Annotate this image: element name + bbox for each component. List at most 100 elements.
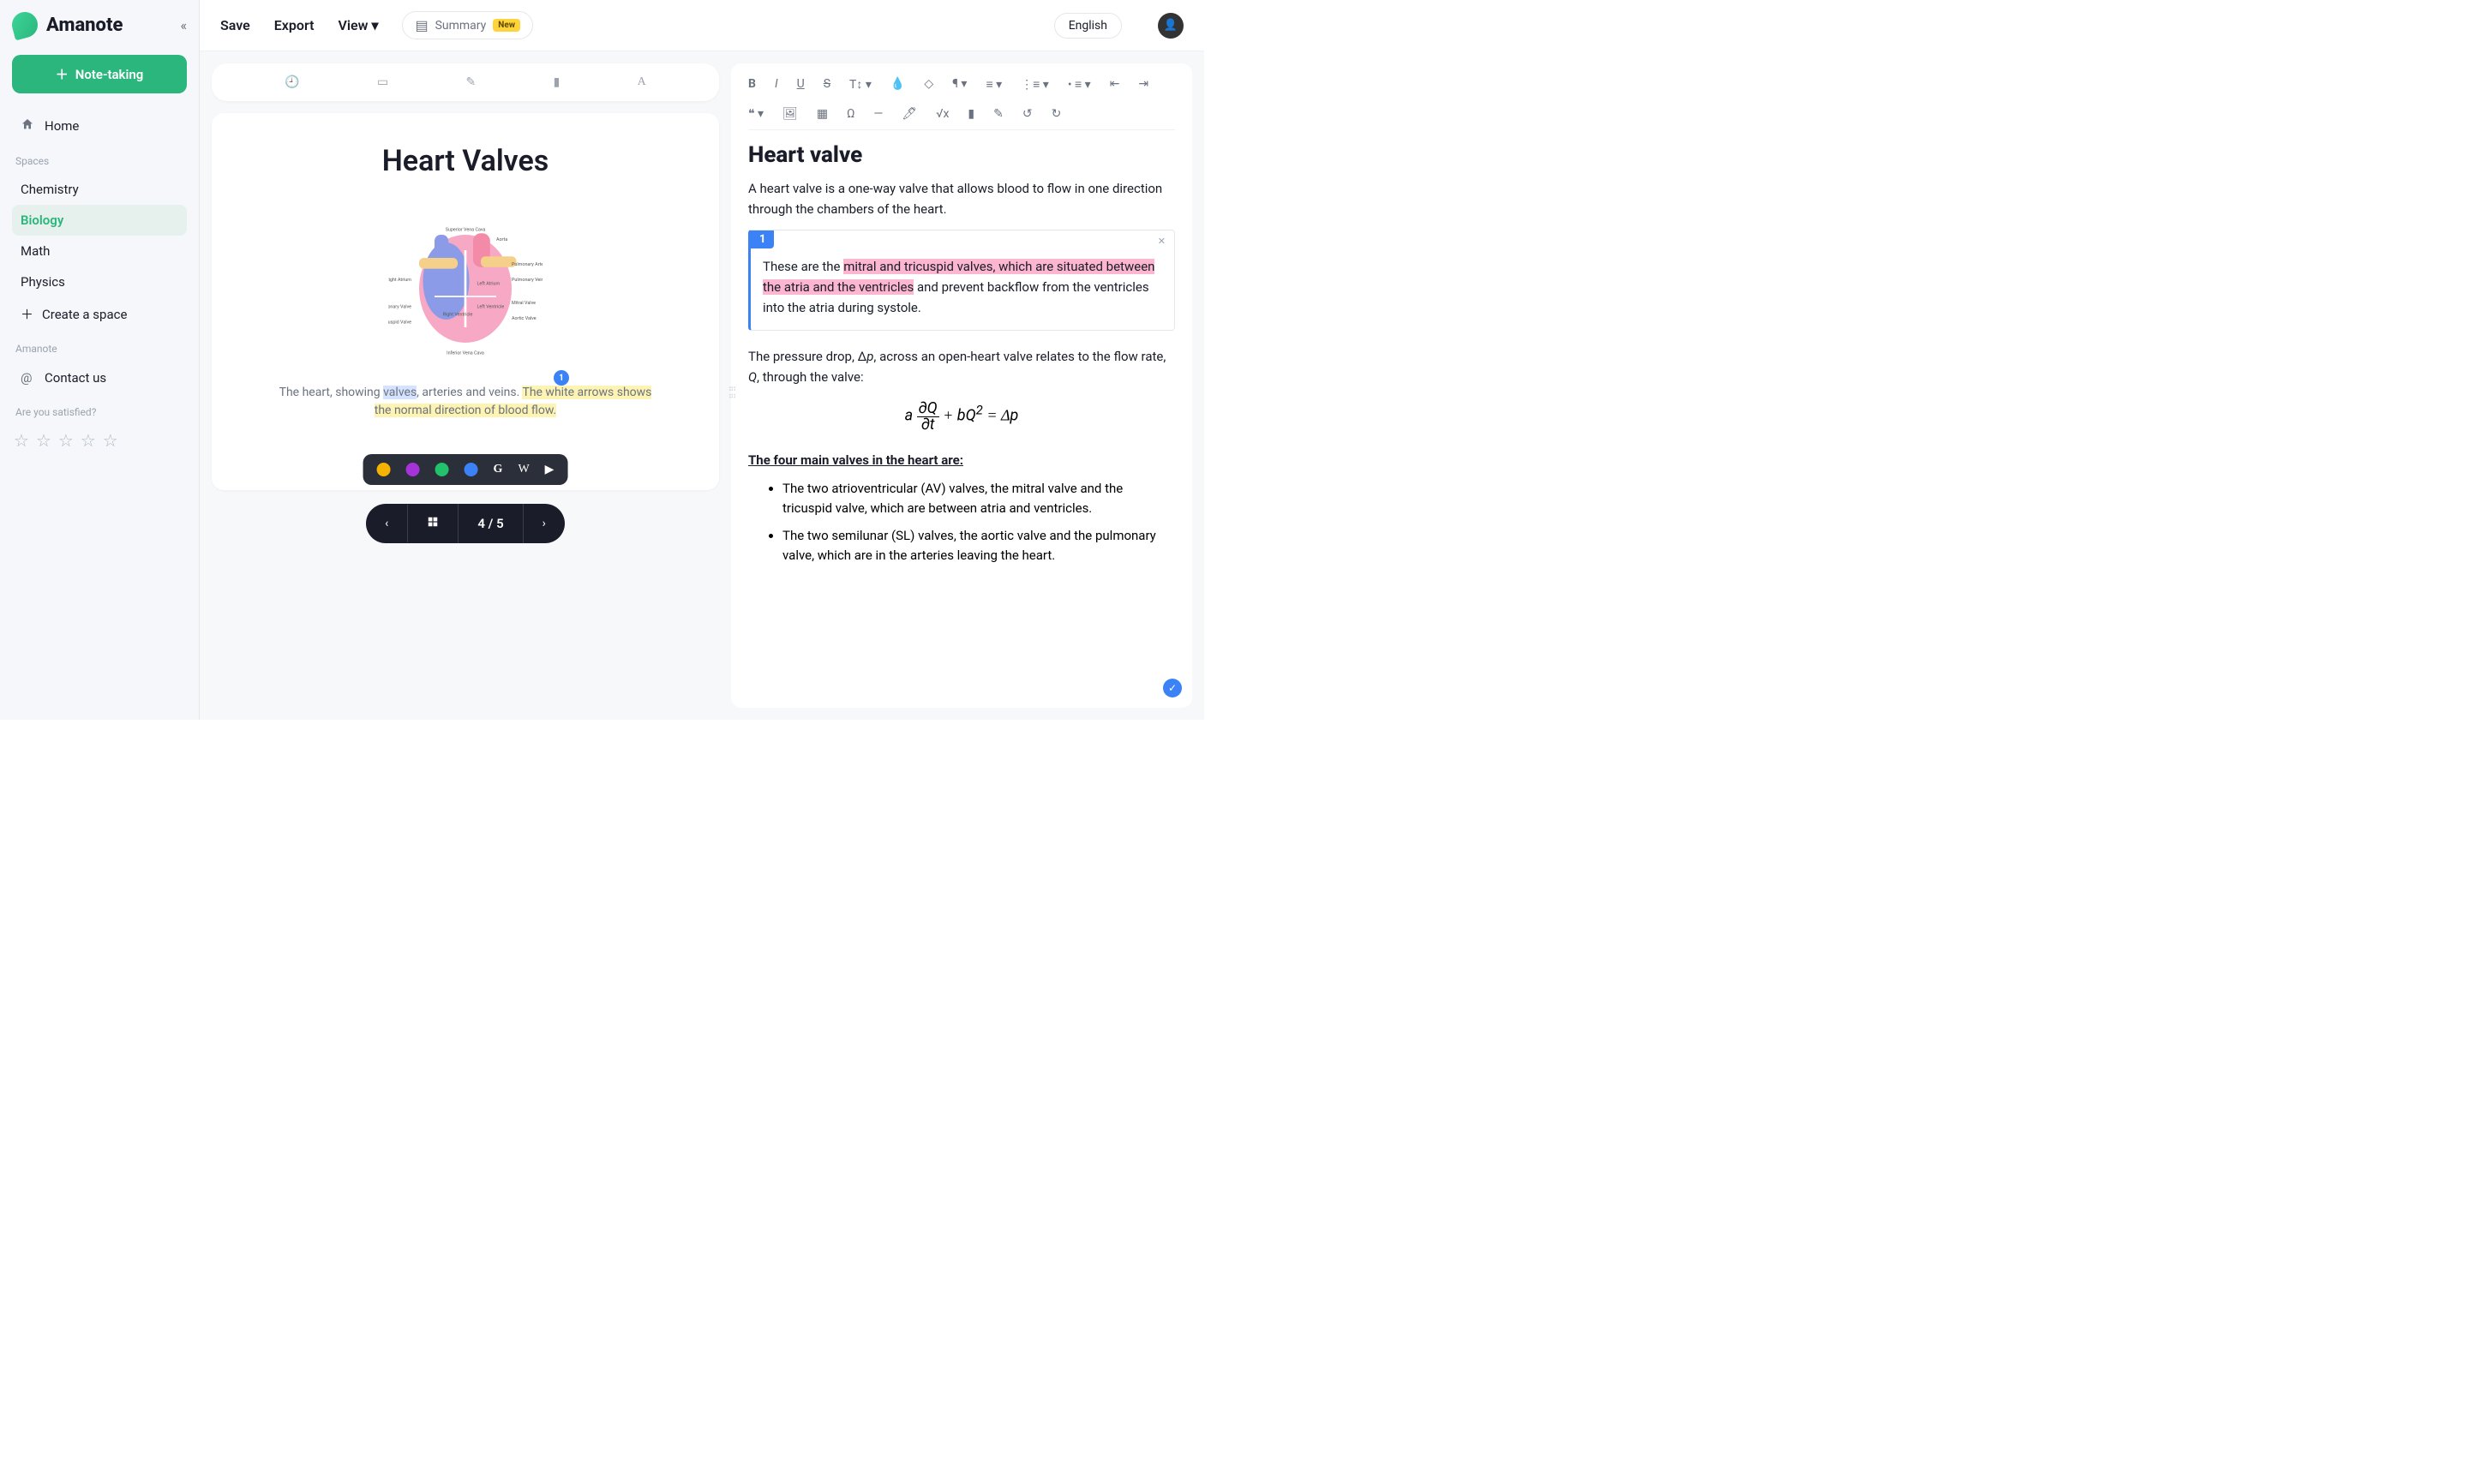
collapse-sidebar-icon[interactable]: « — [180, 17, 187, 33]
indent-right-icon[interactable]: ⇥ — [1138, 77, 1148, 92]
presentation-icon[interactable]: ▭ — [377, 75, 388, 89]
wikipedia-icon[interactable]: W — [518, 463, 529, 476]
underline-icon[interactable]: U — [797, 77, 805, 92]
save-button[interactable]: Save — [220, 17, 250, 33]
list-heading[interactable]: The four main valves in the heart are: — [748, 450, 1175, 470]
annotation-number: 1 — [751, 230, 774, 248]
sticky-icon[interactable]: ▮ — [968, 107, 974, 121]
table-icon[interactable]: ▦ — [817, 107, 828, 121]
svg-text:Aortic Valve: Aortic Valve — [512, 316, 537, 321]
summary-label: Summary — [435, 19, 487, 33]
list-item[interactable]: The two semilunar (SL) valves, the aorti… — [782, 526, 1175, 566]
star-icon[interactable]: ☆ — [103, 430, 118, 451]
amanote-section-label: Amanote — [12, 331, 187, 362]
equation-block[interactable]: a ∂Q∂t + bQ2 = Δp — [748, 401, 1175, 433]
svg-text:Left Atrium: Left Atrium — [477, 281, 501, 287]
indent-left-icon[interactable]: ⇤ — [1110, 77, 1120, 92]
view-label: View — [338, 17, 368, 33]
new-note-label: Note-taking — [75, 67, 144, 82]
prev-page-button[interactable]: ‹ — [366, 505, 408, 542]
svg-text:Inferior Vena Cava: Inferior Vena Cava — [447, 350, 484, 356]
minus-icon[interactable]: — — [873, 107, 883, 121]
space-physics[interactable]: Physics — [12, 266, 187, 297]
svg-text:Aorta: Aorta — [496, 237, 507, 242]
svg-text:Right Atrium: Right Atrium — [388, 278, 411, 283]
star-icon[interactable]: ☆ — [58, 430, 74, 451]
nav-contact-label: Contact us — [45, 370, 106, 386]
italic-icon[interactable]: I — [775, 77, 778, 92]
app-logo-icon — [9, 9, 41, 41]
space-math[interactable]: Math — [12, 236, 187, 266]
strikethrough-icon[interactable]: S — [824, 77, 830, 92]
star-icon[interactable]: ☆ — [36, 430, 51, 451]
summary-button[interactable]: ▤ Summary New — [402, 11, 533, 39]
star-icon[interactable]: ☆ — [14, 430, 29, 451]
color-green[interactable] — [435, 463, 449, 476]
eraser-icon[interactable]: ◇ — [924, 77, 933, 92]
svg-text:Pulmonary Valve: Pulmonary Valve — [388, 305, 411, 310]
close-icon[interactable]: ✕ — [1158, 236, 1166, 247]
annotation-marker[interactable]: 1 — [554, 370, 569, 386]
pane-resize-handle[interactable]: ⠿⠿ — [726, 386, 735, 400]
sqrt-icon[interactable]: √x — [936, 107, 949, 121]
font-size-icon[interactable]: T↕ ▾ — [849, 77, 872, 92]
create-space-button[interactable]: ＋ Create a space — [12, 297, 187, 331]
svg-text:Pulmonary Vein: Pulmonary Vein — [512, 278, 543, 283]
valve-list[interactable]: The two atrioventricular (AV) valves, th… — [748, 479, 1175, 565]
next-page-button[interactable]: › — [524, 505, 565, 542]
google-icon[interactable]: G — [494, 463, 503, 476]
redo-icon[interactable]: ↻ — [1052, 107, 1062, 121]
slide-caption: The heart, showing valves, arteries and … — [237, 384, 693, 420]
nav-home[interactable]: Home — [12, 109, 187, 143]
annotation-text[interactable]: These are the mitral and tricuspid valve… — [763, 256, 1162, 318]
nav-home-label: Home — [45, 118, 79, 134]
view-menu[interactable]: View ▾ — [338, 17, 378, 33]
content-split: 🕘 ▭ ✎ ▮ A Heart Valves Superior Vena — [200, 51, 1204, 720]
user-avatar[interactable]: 👤 — [1158, 13, 1184, 39]
paragraph-icon[interactable]: ¶ ▾ — [952, 77, 967, 92]
align-icon[interactable]: ≡ ▾ — [986, 77, 1002, 92]
grid-view-button[interactable] — [408, 504, 459, 543]
spaces-section-label: Spaces — [12, 143, 187, 174]
note-intro[interactable]: A heart valve is a one-way valve that al… — [748, 178, 1175, 219]
youtube-icon[interactable]: ▶ — [545, 463, 555, 476]
new-note-button[interactable]: ＋ Note-taking — [12, 55, 187, 93]
svg-text:Right Ventricle: Right Ventricle — [443, 313, 473, 318]
slide-title: Heart Valves — [237, 144, 693, 178]
pencil-icon[interactable]: ✎ — [466, 75, 477, 89]
page-indicator: 4 / 5 — [459, 504, 523, 543]
clock-icon[interactable]: 🕘 — [285, 75, 299, 89]
highlight-popup: G W ▶ — [363, 454, 568, 485]
quote-icon[interactable]: ❝ ▾ — [748, 107, 764, 121]
sync-status-icon[interactable]: ✓ — [1163, 679, 1182, 697]
unordered-list-icon[interactable]: • ≡ ▾ — [1068, 77, 1091, 92]
main: Save Export View ▾ ▤ Summary New English… — [199, 0, 1204, 720]
note-icon[interactable]: ▮ — [554, 75, 561, 89]
note-title[interactable]: Heart valve — [748, 142, 1175, 168]
rating-stars[interactable]: ☆ ☆ ☆ ☆ ☆ — [12, 425, 187, 456]
caption-text: The heart, showing — [279, 386, 384, 399]
undo-icon[interactable]: ↺ — [1022, 107, 1033, 121]
at-icon: @ — [21, 370, 34, 386]
highlighter-icon[interactable]: 🖊 — [902, 107, 917, 121]
svg-text:Mitral Valve: Mitral Valve — [512, 301, 536, 306]
pressure-text[interactable]: The pressure drop, Δp, across an open-he… — [748, 346, 1175, 387]
color-blue[interactable] — [465, 463, 478, 476]
text-icon[interactable]: A — [638, 75, 646, 89]
nav-contact[interactable]: @ Contact us — [12, 362, 187, 394]
image-icon[interactable]: 🖼 — [782, 107, 798, 121]
export-button[interactable]: Export — [274, 17, 315, 33]
color-yellow[interactable] — [377, 463, 391, 476]
editor-pane: ⠿⠿ B I U S T↕ ▾ 💧 ◇ ¶ ▾ ≡ ▾ ⋮≡ ▾ • ≡ ▾ ⇤… — [731, 63, 1192, 708]
space-chemistry[interactable]: Chemistry — [12, 174, 187, 205]
language-selector[interactable]: English — [1054, 13, 1122, 39]
drop-icon[interactable]: 💧 — [890, 77, 905, 92]
pen-icon[interactable]: ✎ — [993, 107, 1004, 121]
bold-icon[interactable]: B — [748, 77, 756, 92]
space-biology[interactable]: Biology — [12, 205, 187, 236]
list-item[interactable]: The two atrioventricular (AV) valves, th… — [782, 479, 1175, 519]
omega-icon[interactable]: Ω — [847, 107, 854, 121]
ordered-list-icon[interactable]: ⋮≡ ▾ — [1021, 77, 1049, 92]
color-purple[interactable] — [406, 463, 420, 476]
star-icon[interactable]: ☆ — [81, 430, 96, 451]
